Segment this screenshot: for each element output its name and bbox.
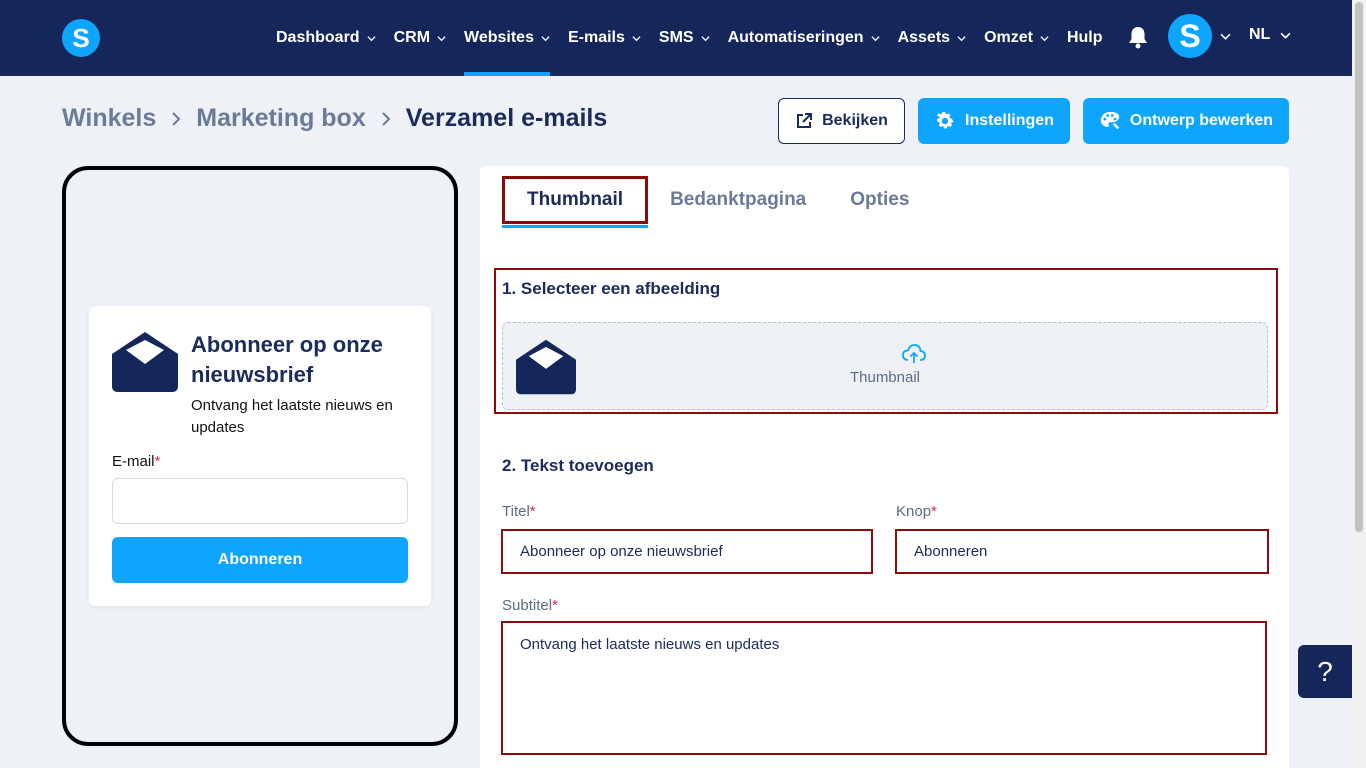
tab-thumbnail[interactable]: Thumbnail bbox=[502, 176, 649, 228]
nav-label: E-mails bbox=[567, 29, 625, 46]
chevron-down-icon bbox=[957, 35, 966, 41]
tab-thank-you-page[interactable]: Bedanktpagina bbox=[648, 176, 828, 224]
breadcrumb: Winkels Marketing box Verzamel e-mails bbox=[62, 104, 607, 133]
image-select-section: 1. Selecteer een afbeelding Thumbnail bbox=[494, 268, 1278, 414]
chevron-down-icon bbox=[437, 35, 446, 41]
nav-label: Dashboard bbox=[276, 29, 360, 46]
title-label-text: Titel bbox=[502, 503, 530, 520]
required-asterisk: * bbox=[931, 503, 937, 520]
nav-label: Omzet bbox=[984, 29, 1033, 46]
preview-title: Abonneer op onze nieuwsbrief bbox=[191, 332, 383, 387]
settings-button-label: Instellingen bbox=[965, 112, 1054, 129]
main-nav: Dashboard CRM Websites E-mails SMS Autom… bbox=[276, 0, 1121, 76]
view-button[interactable]: Bekijken bbox=[778, 98, 905, 144]
title-input[interactable]: Abonneer op onze nieuwsbrief bbox=[501, 529, 873, 574]
tab-options[interactable]: Opties bbox=[828, 176, 931, 224]
help-button[interactable]: ? bbox=[1298, 645, 1352, 698]
breadcrumb-link[interactable]: Marketing box bbox=[196, 104, 365, 133]
nav-item-emails[interactable]: E-mails bbox=[568, 0, 641, 76]
chevron-down-icon bbox=[1280, 32, 1291, 39]
chevron-down-icon bbox=[1040, 35, 1049, 41]
chevron-down-icon bbox=[632, 35, 641, 41]
nav-label: Assets bbox=[897, 29, 951, 46]
external-link-icon bbox=[797, 113, 813, 128]
nav-label: Websites bbox=[464, 29, 534, 46]
button-field-label: Knop* bbox=[896, 503, 937, 520]
chevron-right-icon bbox=[172, 111, 181, 126]
nav-item-assets[interactable]: Assets bbox=[898, 0, 966, 76]
nav-item-websites[interactable]: Websites bbox=[464, 0, 550, 76]
nav-item-dashboard[interactable]: Dashboard bbox=[276, 0, 376, 76]
chevron-right-icon bbox=[382, 111, 391, 126]
section-heading: 2. Tekst toevoegen bbox=[502, 456, 654, 475]
breadcrumb-link[interactable]: Winkels bbox=[62, 104, 156, 133]
chevron-down-icon bbox=[367, 35, 376, 41]
nav-item-automations[interactable]: Automatiseringen bbox=[728, 0, 880, 76]
required-asterisk: * bbox=[552, 597, 558, 614]
title-field-label: Titel* bbox=[502, 503, 536, 520]
subtitle-textarea[interactable]: Ontvang het laatste nieuws en updates bbox=[501, 621, 1267, 755]
preview-subtitle: Ontvang het laatste nieuws en updates bbox=[191, 397, 393, 436]
editor-tabs: Thumbnail Bedanktpagina Opties bbox=[502, 176, 931, 228]
preview-email-label: E-mail* bbox=[112, 453, 160, 470]
nav-label: CRM bbox=[393, 29, 431, 46]
page-title: Verzamel e-mails bbox=[405, 104, 608, 132]
upload-label: Thumbnail bbox=[849, 369, 921, 386]
editor-panel: Thumbnail Bedanktpagina Opties 1. Select… bbox=[480, 166, 1289, 768]
email-label-text: E-mail bbox=[112, 453, 155, 470]
envelope-open-icon bbox=[112, 332, 178, 392]
language-selector[interactable]: NL bbox=[1249, 26, 1291, 44]
newsletter-preview-card: Abonneer op onze nieuwsbrief Ontvang het… bbox=[89, 306, 431, 606]
cloud-upload-icon bbox=[902, 344, 926, 363]
thumbnail-upload-dropzone[interactable]: Thumbnail bbox=[502, 322, 1268, 410]
view-button-label: Bekijken bbox=[822, 112, 888, 129]
nav-item-sms[interactable]: SMS bbox=[659, 0, 710, 76]
app-logo[interactable]: S bbox=[62, 19, 100, 57]
button-text-input[interactable]: Abonneren bbox=[895, 529, 1269, 574]
subtitle-label-text: Subtitel bbox=[502, 597, 553, 614]
nav-item-help[interactable]: Hulp bbox=[1067, 0, 1103, 76]
nav-label: SMS bbox=[658, 29, 694, 46]
preview-subscribe-button[interactable]: Abonneren bbox=[112, 537, 408, 583]
nav-item-crm[interactable]: CRM bbox=[394, 0, 446, 76]
nav-label: Hulp bbox=[1066, 29, 1103, 46]
palette-icon bbox=[1100, 111, 1120, 130]
notifications-bell-icon[interactable] bbox=[1127, 25, 1149, 49]
required-asterisk: * bbox=[529, 503, 536, 520]
top-navigation-bar: S Dashboard CRM Websites E-mails SMS Aut… bbox=[0, 0, 1352, 76]
chevron-down-icon bbox=[871, 35, 880, 41]
button-label-text: Knop bbox=[896, 503, 932, 520]
scrollbar-thumb[interactable] bbox=[1355, 2, 1363, 532]
chevron-down-icon bbox=[541, 35, 550, 41]
edit-design-button[interactable]: Ontwerp bewerken bbox=[1083, 98, 1289, 144]
edit-design-button-label: Ontwerp bewerken bbox=[1129, 112, 1274, 129]
envelope-open-icon bbox=[516, 339, 576, 395]
chevron-down-icon bbox=[700, 35, 710, 41]
section-heading: 1. Selecteer een afbeelding bbox=[502, 279, 721, 298]
gear-icon bbox=[936, 111, 954, 129]
subtitle-field-label: Subtitel* bbox=[502, 597, 558, 614]
language-label: NL bbox=[1249, 26, 1271, 43]
nav-item-revenue[interactable]: Omzet bbox=[984, 0, 1049, 76]
required-asterisk: * bbox=[154, 453, 161, 470]
chevron-down-icon[interactable] bbox=[1220, 31, 1231, 42]
settings-button[interactable]: Instellingen bbox=[918, 98, 1070, 144]
nav-label: Automatiseringen bbox=[727, 29, 864, 46]
user-avatar[interactable]: S bbox=[1168, 14, 1212, 58]
preview-email-input[interactable] bbox=[112, 478, 408, 524]
page-scrollbar[interactable] bbox=[1352, 0, 1366, 768]
